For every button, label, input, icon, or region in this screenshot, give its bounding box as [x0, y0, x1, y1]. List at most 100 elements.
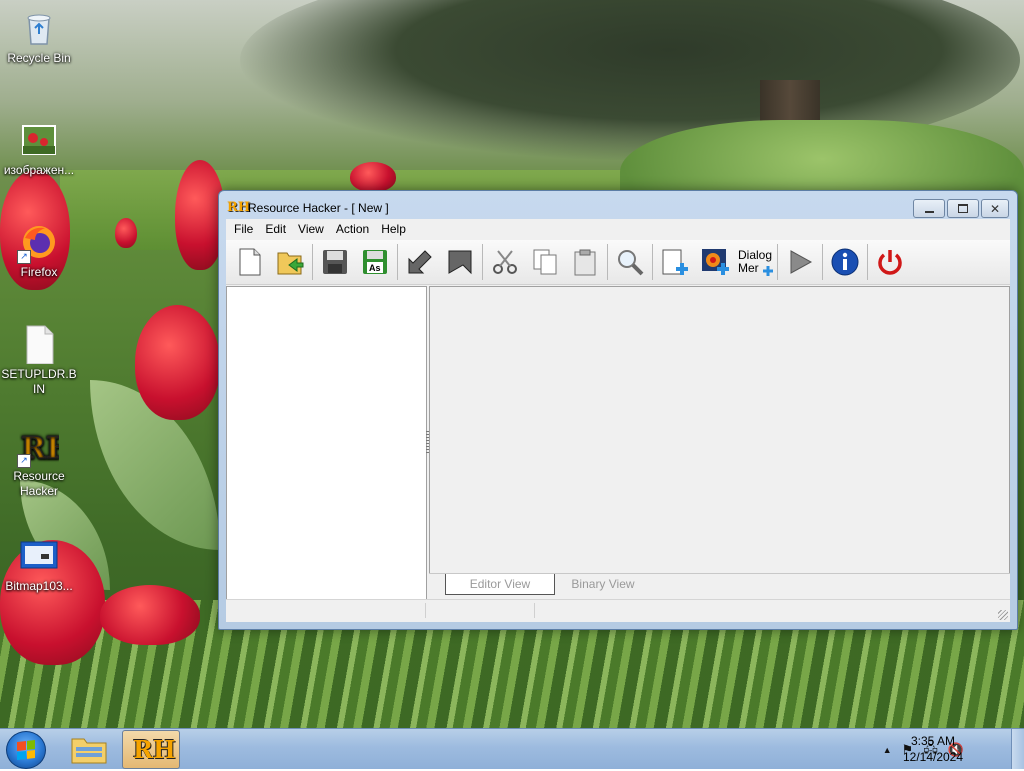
compile-button[interactable] [402, 244, 438, 280]
restore-icon [958, 204, 968, 213]
window-title: Resource Hacker - [ New ] [248, 201, 389, 215]
dialog-menu-button[interactable]: Dialog Mer [737, 244, 773, 280]
go-icon [448, 250, 472, 275]
desktop-icon-label: SETUPLDR.BIN [1, 367, 77, 396]
view-tabs: Editor View Binary View [429, 573, 1010, 600]
menu-edit[interactable]: Edit [259, 222, 292, 236]
copy-button[interactable] [527, 244, 563, 280]
toolbar-separator [312, 244, 313, 280]
run-script-icon [790, 250, 813, 274]
close-button[interactable]: ✕ [981, 199, 1009, 218]
maximize-button[interactable] [947, 199, 979, 218]
toolbar-separator [822, 244, 823, 280]
paste-button[interactable] [567, 244, 603, 280]
taskbar-explorer-button[interactable] [62, 730, 118, 767]
status-cell [226, 603, 426, 618]
desktop-icon-image-file[interactable]: изображен... [1, 120, 77, 178]
toolbar-separator [482, 244, 483, 280]
toolbar-separator [397, 244, 398, 280]
save-button[interactable] [317, 244, 353, 280]
menu-view[interactable]: View [292, 222, 330, 236]
folder-icon [71, 738, 107, 764]
window-client-area: File Edit View Action Help As Dialog Mer… [226, 219, 1010, 622]
bitmap-file-icon [19, 536, 59, 576]
desktop-icon-label: Firefox [20, 265, 58, 279]
window-controls: ✕ [913, 199, 1009, 218]
save-as-icon: As [363, 250, 387, 274]
image-file-icon [19, 120, 59, 160]
dialog-menu-plus [763, 266, 773, 276]
resource-hacker-icon: RH ↗ [17, 426, 75, 468]
resource-tree-pane[interactable] [226, 286, 427, 601]
system-clock[interactable]: 3:35 AM 12/14/2024 [898, 733, 968, 765]
toolbar: As Dialog Mer [226, 240, 1010, 285]
save-as-text: As [369, 263, 381, 273]
tab-editor-view[interactable]: Editor View [445, 574, 555, 595]
info-icon [831, 248, 859, 276]
minimize-button[interactable] [913, 199, 945, 218]
add-resource-button[interactable] [657, 244, 693, 280]
windows-logo-icon [17, 740, 35, 760]
open-file-icon [277, 252, 304, 275]
menu-bar: File Edit View Action Help [226, 219, 1010, 239]
close-icon: ✕ [989, 201, 1001, 216]
tab-binary-view[interactable]: Binary View [557, 574, 649, 594]
recycle-bin-icon [19, 8, 59, 48]
cut-button[interactable] [487, 244, 523, 280]
run-script-button[interactable] [782, 244, 818, 280]
menu-file[interactable]: File [228, 222, 259, 236]
desktop-icon-label: изображен... [3, 163, 75, 177]
find-icon [618, 250, 644, 276]
copy-icon [533, 249, 557, 275]
new-button[interactable] [232, 244, 268, 280]
start-button[interactable] [6, 731, 46, 769]
desktop-icon-label: Bitmap103... [5, 579, 73, 593]
desktop-icon-setupldr[interactable]: SETUPLDR.BIN [1, 324, 77, 397]
compile-icon [408, 250, 432, 274]
exit-button[interactable] [872, 244, 908, 280]
menu-action[interactable]: Action [330, 222, 375, 236]
desktop-icon-label: Recycle Bin [7, 51, 71, 65]
add-resource-icon [662, 249, 688, 275]
toolbar-separator [867, 244, 868, 280]
resource-hacker-window: RH Resource Hacker - [ New ] ✕ File Edit… [218, 190, 1018, 630]
desktop-icon-label: Resource Hacker [13, 469, 65, 498]
status-bar [226, 599, 1010, 622]
wallpaper-tulip [135, 305, 220, 420]
go-button[interactable] [442, 244, 478, 280]
save-icon [323, 250, 347, 274]
exit-icon [878, 250, 902, 275]
show-desktop-button[interactable] [1011, 729, 1024, 769]
toolbar-separator [777, 244, 778, 280]
clock-time: 3:35 AM [910, 734, 956, 748]
desktop-icon-resource-hacker[interactable]: RH ↗ Resource Hacker [1, 426, 77, 499]
resource-hacker-icon: RH [133, 735, 176, 764]
new-file-icon [239, 248, 261, 276]
wallpaper-tulip [100, 585, 200, 645]
shortcut-arrow-icon: ↗ [17, 250, 31, 264]
desktop-icon-bitmap[interactable]: Bitmap103... [1, 536, 77, 594]
taskbar-resource-hacker-button[interactable]: RH [122, 730, 180, 769]
show-hidden-icons-arrow[interactable]: ▲ [883, 745, 892, 755]
firefox-icon: ↗ [17, 222, 59, 264]
cut-icon [493, 250, 517, 274]
open-button[interactable] [272, 244, 308, 280]
resize-grip-icon[interactable] [998, 610, 1008, 620]
desktop-icon-firefox[interactable]: ↗ Firefox [1, 222, 77, 280]
clock-date: 12/14/2024 [902, 750, 964, 764]
app-icon: RH [227, 200, 251, 215]
status-cell [426, 603, 535, 618]
add-image-resource-icon [702, 249, 729, 275]
file-icon [19, 324, 59, 365]
find-button[interactable] [612, 244, 648, 280]
desktop-icon-recycle-bin[interactable]: Recycle Bin [1, 8, 77, 66]
toolbar-separator [652, 244, 653, 280]
toolbar-separator [607, 244, 608, 280]
info-button[interactable] [827, 244, 863, 280]
menu-help[interactable]: Help [375, 222, 412, 236]
save-as-button[interactable]: As [357, 244, 393, 280]
editor-pane[interactable] [429, 286, 1010, 575]
wallpaper-tulip [115, 218, 137, 248]
taskbar: RH ▲ ⚑ 🖧 🔇 3:35 AM 12/14/2024 [0, 728, 1024, 769]
add-image-resource-button[interactable] [697, 244, 733, 280]
